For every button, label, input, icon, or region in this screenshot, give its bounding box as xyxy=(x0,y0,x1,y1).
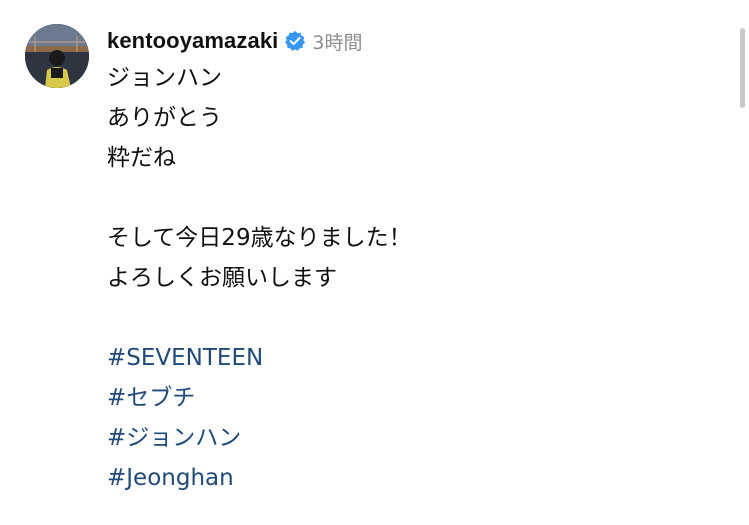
post: kentooyamazaki 3時間 ジョンハン ありがとう 粋だね そして今日… xyxy=(0,0,749,525)
hashtag-link[interactable]: #ジョンハン xyxy=(107,425,241,451)
scrollbar[interactable] xyxy=(740,28,745,108)
username[interactable]: kentooyamazaki xyxy=(107,28,278,54)
caption-line: そして今日29歳なりました！ xyxy=(107,225,412,251)
post-header: kentooyamazaki 3時間 xyxy=(107,26,362,56)
hashtag-link[interactable]: #SEVENTEEN xyxy=(107,345,263,371)
post-timestamp: 3時間 xyxy=(312,31,363,54)
caption-line: ありがとう xyxy=(107,105,222,131)
avatar[interactable] xyxy=(25,24,89,88)
caption-line: 粋だね xyxy=(107,145,176,171)
caption: ジョンハン ありがとう 粋だね そして今日29歳なりました！ よろしくお願いしま… xyxy=(107,58,707,498)
hashtag-link[interactable]: #セブチ xyxy=(107,385,195,411)
caption-line: ジョンハン xyxy=(107,65,222,91)
caption-line: よろしくお願いします xyxy=(107,265,337,291)
verified-badge-icon xyxy=(284,30,306,52)
hashtag-link[interactable]: #Jeonghan xyxy=(107,465,234,491)
